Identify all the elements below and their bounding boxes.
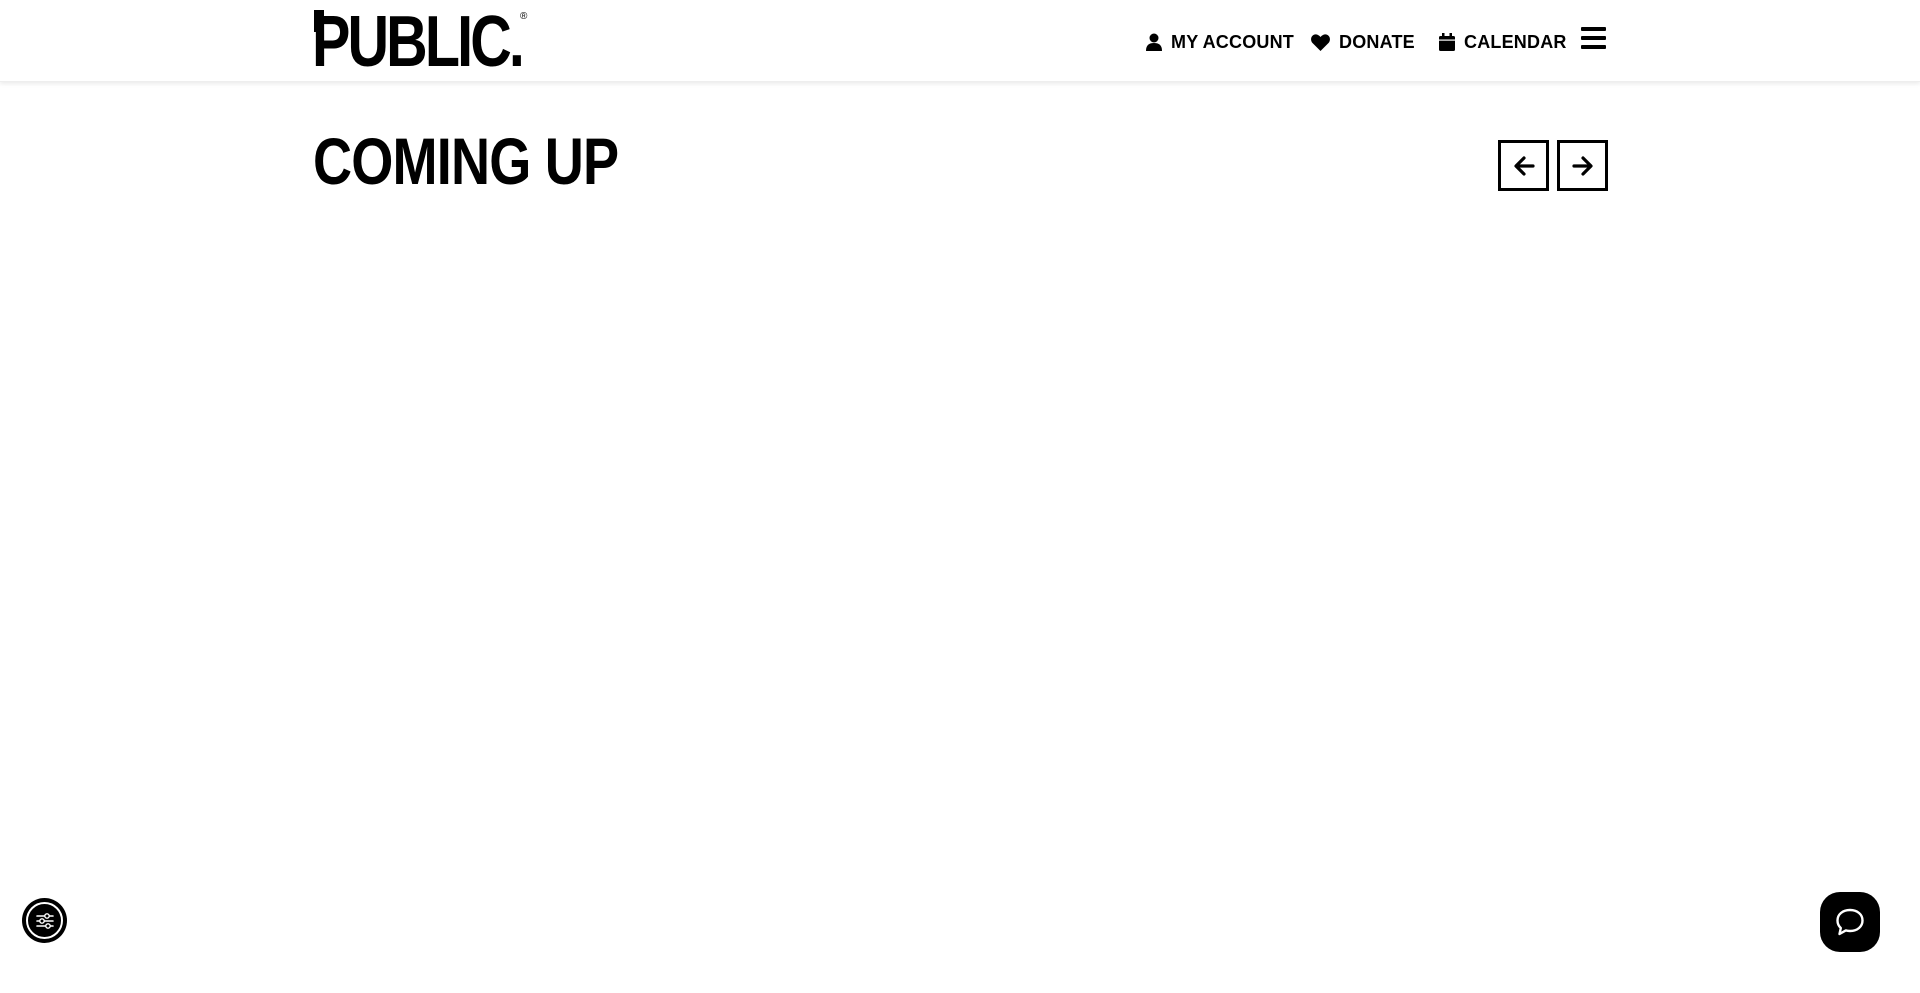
my-account-label: MY ACCOUNT (1171, 31, 1294, 52)
the-public-logo[interactable]: THE PUBLIC. ® (312, 1, 530, 81)
carousel-prev-button[interactable] (1498, 140, 1549, 191)
chat-bubble-icon (1836, 908, 1864, 936)
calendar-link[interactable]: CALENDAR (1439, 32, 1567, 53)
nav-donate[interactable]: DONATE (1311, 25, 1415, 59)
donate-link[interactable]: DONATE (1311, 32, 1415, 53)
hamburger-menu-button[interactable] (1581, 27, 1607, 53)
chat-button[interactable] (1820, 892, 1880, 952)
nav-my-account[interactable]: MY ACCOUNT (1146, 25, 1294, 59)
nav-calendar[interactable]: CALENDAR (1439, 25, 1567, 59)
calendar-label: CALENDAR (1464, 31, 1567, 52)
logo-wordmark: PUBLIC. (314, 10, 522, 73)
public-logo-mark: THE PUBLIC. ® (312, 1, 528, 81)
page-title: COMING UP (313, 124, 619, 198)
arrow-left-icon (1513, 155, 1535, 176)
accessibility-button[interactable] (22, 898, 67, 943)
my-account-link[interactable]: MY ACCOUNT (1146, 32, 1294, 53)
registered-mark: ® (520, 11, 528, 22)
heart-icon (1311, 33, 1330, 51)
accessibility-sliders-icon (26, 902, 63, 939)
site-header: THE PUBLIC. ® MY ACCOUNT DONATE CALENDAR (0, 0, 1920, 82)
carousel-next-button[interactable] (1557, 140, 1608, 191)
donate-label: DONATE (1339, 31, 1415, 52)
calendar-icon (1439, 33, 1455, 51)
arrow-right-icon (1571, 155, 1593, 176)
user-icon (1146, 33, 1162, 51)
hamburger-menu-icon (1581, 27, 1607, 49)
